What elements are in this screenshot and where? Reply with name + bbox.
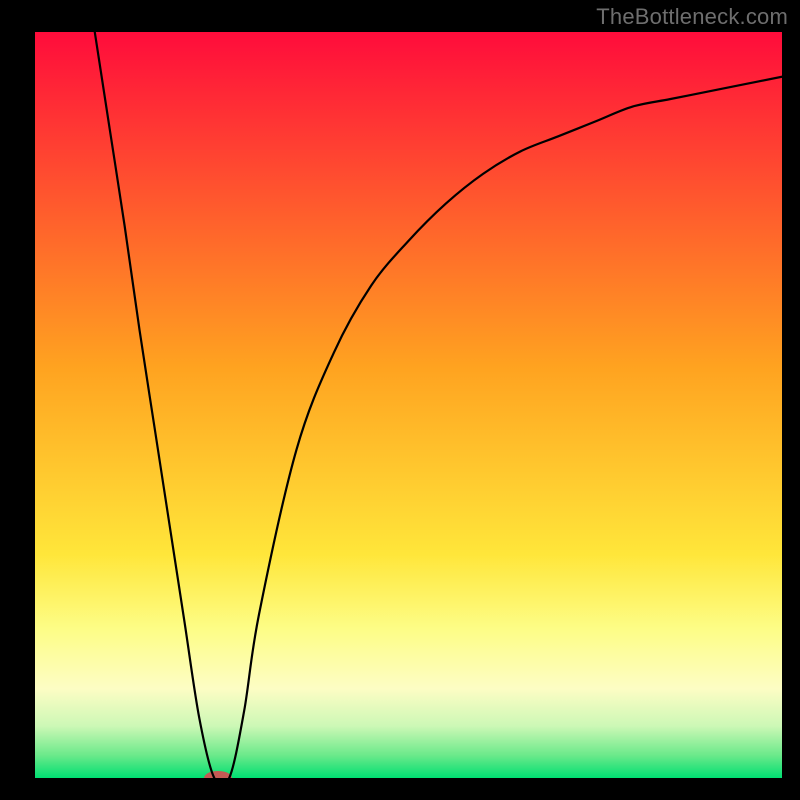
chart-frame: { "watermark": "TheBottleneck.com", "cha… [0, 0, 800, 800]
bottleneck-chart [0, 0, 800, 800]
minimum-marker [204, 771, 232, 785]
gradient-background [35, 32, 782, 778]
